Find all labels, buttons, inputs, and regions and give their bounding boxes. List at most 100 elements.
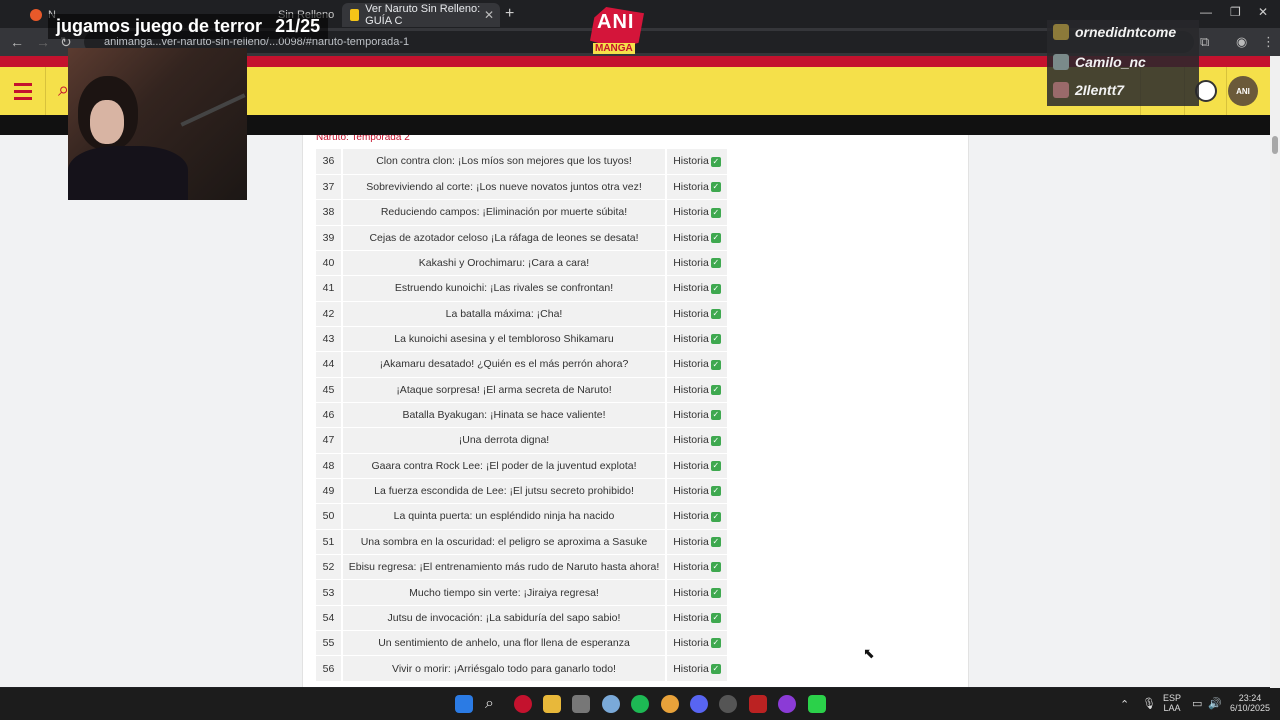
episode-type-cell: Historia ✓ bbox=[666, 199, 727, 226]
episode-number: 51 bbox=[316, 529, 342, 556]
webcam-overlay bbox=[68, 48, 247, 200]
menu-dots-icon[interactable]: ⋮ bbox=[1262, 34, 1275, 50]
chat-badge-icon bbox=[1053, 54, 1069, 70]
check-icon: ✓ bbox=[710, 410, 721, 421]
stream-title: jugamos juego de terror bbox=[56, 16, 263, 36]
chrome-icon[interactable] bbox=[661, 695, 679, 713]
taskbar-app-icon[interactable] bbox=[514, 695, 532, 713]
maximize-icon[interactable]: ❐ bbox=[1230, 5, 1241, 19]
chat-username: ornedidntcome bbox=[1075, 24, 1177, 40]
taskbar-app-icon[interactable] bbox=[602, 695, 620, 713]
clock[interactable]: 23:24 6/10/2025 bbox=[1226, 693, 1274, 713]
episode-type: Historia bbox=[673, 561, 709, 574]
episode-type: Historia bbox=[673, 282, 709, 295]
table-row: 49 La fuerza escondida de Lee: ¡El jutsu … bbox=[316, 478, 727, 505]
kick-icon[interactable] bbox=[808, 695, 826, 713]
episode-type-cell: Historia ✓ bbox=[666, 377, 727, 403]
episode-number: 37 bbox=[316, 174, 342, 201]
check-icon: ✓ bbox=[710, 486, 721, 497]
discord-icon[interactable] bbox=[690, 695, 708, 713]
streamer-body bbox=[68, 146, 188, 200]
taskbar-app-icon[interactable] bbox=[719, 695, 737, 713]
episode-title: Vivir o morir: ¡Arriésgalo todo para gan… bbox=[341, 655, 667, 682]
episode-number: 40 bbox=[316, 250, 342, 277]
table-row: 51 Una sombra en la oscuridad: el peligro… bbox=[316, 529, 727, 556]
table-row: 48 Gaara contra Rock Lee: ¡El poder de la… bbox=[316, 453, 727, 479]
site-logo[interactable]: ANI MANGA bbox=[585, 5, 651, 63]
microphone-icon[interactable]: 🎙 bbox=[1142, 697, 1156, 710]
tab-close-icon[interactable]: ✕ bbox=[484, 8, 494, 22]
episode-type-cell: Historia ✓ bbox=[666, 225, 727, 251]
chat-badge-icon bbox=[1053, 24, 1069, 40]
page-scrollbar[interactable] bbox=[1270, 56, 1280, 688]
language-indicator[interactable]: ESP LAA bbox=[1163, 693, 1181, 713]
table-row: 47 ¡Una derrota digna! Historia ✓ bbox=[316, 427, 727, 454]
episode-type-cell: Historia ✓ bbox=[666, 655, 727, 682]
episode-title: ¡Una derrota digna! bbox=[341, 427, 667, 454]
episode-type-cell: Historia ✓ bbox=[666, 554, 727, 581]
check-icon: ✓ bbox=[710, 562, 721, 573]
episode-table: 36 Clon contra clon: ¡Los míos son mejore… bbox=[316, 149, 727, 682]
episode-number: 42 bbox=[316, 301, 342, 327]
scrollbar-thumb[interactable] bbox=[1272, 136, 1278, 154]
chat-badge-icon bbox=[1053, 82, 1069, 98]
site-avatar-icon[interactable]: ANI bbox=[1228, 76, 1258, 106]
minimize-icon[interactable]: — bbox=[1200, 5, 1212, 19]
back-arrow-icon[interactable]: ← bbox=[10, 34, 24, 50]
episode-title: Gaara contra Rock Lee: ¡El poder de la j… bbox=[341, 453, 667, 479]
episode-type-cell: Historia ✓ bbox=[666, 275, 727, 302]
episode-number: 55 bbox=[316, 630, 342, 657]
spotify-icon[interactable] bbox=[631, 695, 649, 713]
episode-title: Sobreviviendo al corte: ¡Los nueve novat… bbox=[341, 174, 667, 201]
episode-number: 50 bbox=[316, 503, 342, 530]
episode-title: ¡Ataque sorpresa! ¡El arma secreta de Na… bbox=[341, 377, 667, 403]
file-explorer-icon[interactable] bbox=[543, 695, 561, 713]
taskbar-app-icon[interactable] bbox=[572, 695, 590, 713]
check-icon: ✓ bbox=[710, 334, 721, 345]
table-row: 40 Kakashi y Orochimaru: ¡Cara a cara! His… bbox=[316, 250, 727, 277]
episode-number: 41 bbox=[316, 275, 342, 302]
episode-number: 38 bbox=[316, 199, 342, 226]
episode-title: Clon contra clon: ¡Los míos son mejores … bbox=[341, 149, 667, 175]
episode-type: Historia bbox=[673, 535, 709, 548]
episode-type: Historia bbox=[673, 307, 709, 320]
episode-type: Historia bbox=[673, 409, 709, 422]
episode-type-cell: Historia ✓ bbox=[666, 301, 727, 327]
hamburger-menu-icon[interactable] bbox=[0, 67, 46, 115]
episode-type-cell: Historia ✓ bbox=[666, 402, 727, 429]
close-window-icon[interactable]: ✕ bbox=[1258, 5, 1268, 19]
episode-number: 53 bbox=[316, 579, 342, 606]
check-icon: ✓ bbox=[710, 663, 721, 674]
episode-title: Mucho tiempo sin verte: ¡Jiraiya regresa… bbox=[341, 579, 667, 606]
episode-number: 47 bbox=[316, 427, 342, 454]
page-body: Naruto: Temporada 2 36 Clon contra clon: … bbox=[0, 135, 1270, 687]
chat-line: Camilo_nc bbox=[1053, 54, 1146, 70]
mouse-cursor-icon: ⬉ bbox=[863, 645, 875, 661]
profile-icon[interactable]: ◉ bbox=[1236, 34, 1247, 50]
check-icon: ✓ bbox=[710, 461, 721, 472]
taskbar-app-icon[interactable] bbox=[778, 695, 796, 713]
microphone-arm bbox=[180, 93, 246, 127]
monitor-icon[interactable]: ▭ bbox=[1192, 697, 1202, 710]
episode-type: Historia bbox=[673, 358, 709, 371]
extensions-icon[interactable]: ⧉ bbox=[1200, 34, 1209, 50]
check-icon: ✓ bbox=[710, 308, 721, 319]
table-row: 36 Clon contra clon: ¡Los míos son mejore… bbox=[316, 149, 727, 175]
taskbar-search-icon[interactable]: ⌕ bbox=[485, 695, 503, 713]
new-tab-button[interactable]: + bbox=[505, 5, 514, 23]
tray-chevron-icon[interactable]: ⌃ bbox=[1120, 698, 1129, 711]
volume-icon[interactable]: 🔊 bbox=[1208, 697, 1222, 710]
check-icon: ✓ bbox=[710, 537, 721, 548]
episode-title: La fuerza escondida de Lee: ¡El jutsu se… bbox=[341, 478, 667, 505]
episode-type-cell: Historia ✓ bbox=[666, 149, 727, 175]
episode-type: Historia bbox=[673, 257, 709, 270]
chat-username: Camilo_nc bbox=[1075, 54, 1146, 70]
header-divider bbox=[1226, 67, 1227, 115]
main-content: Naruto: Temporada 2 36 Clon contra clon: … bbox=[302, 135, 969, 687]
voicemeeter-icon[interactable] bbox=[749, 695, 767, 713]
table-row: 56 Vivir o morir: ¡Arriésgalo todo para g… bbox=[316, 655, 727, 682]
windows-start-icon[interactable] bbox=[455, 695, 473, 713]
episode-title: Kakashi y Orochimaru: ¡Cara a cara! bbox=[341, 250, 667, 277]
check-icon: ✓ bbox=[710, 587, 721, 598]
browser-tab-active[interactable]: Ver Naruto Sin Relleno: GUÍA C ✕ bbox=[342, 3, 500, 27]
